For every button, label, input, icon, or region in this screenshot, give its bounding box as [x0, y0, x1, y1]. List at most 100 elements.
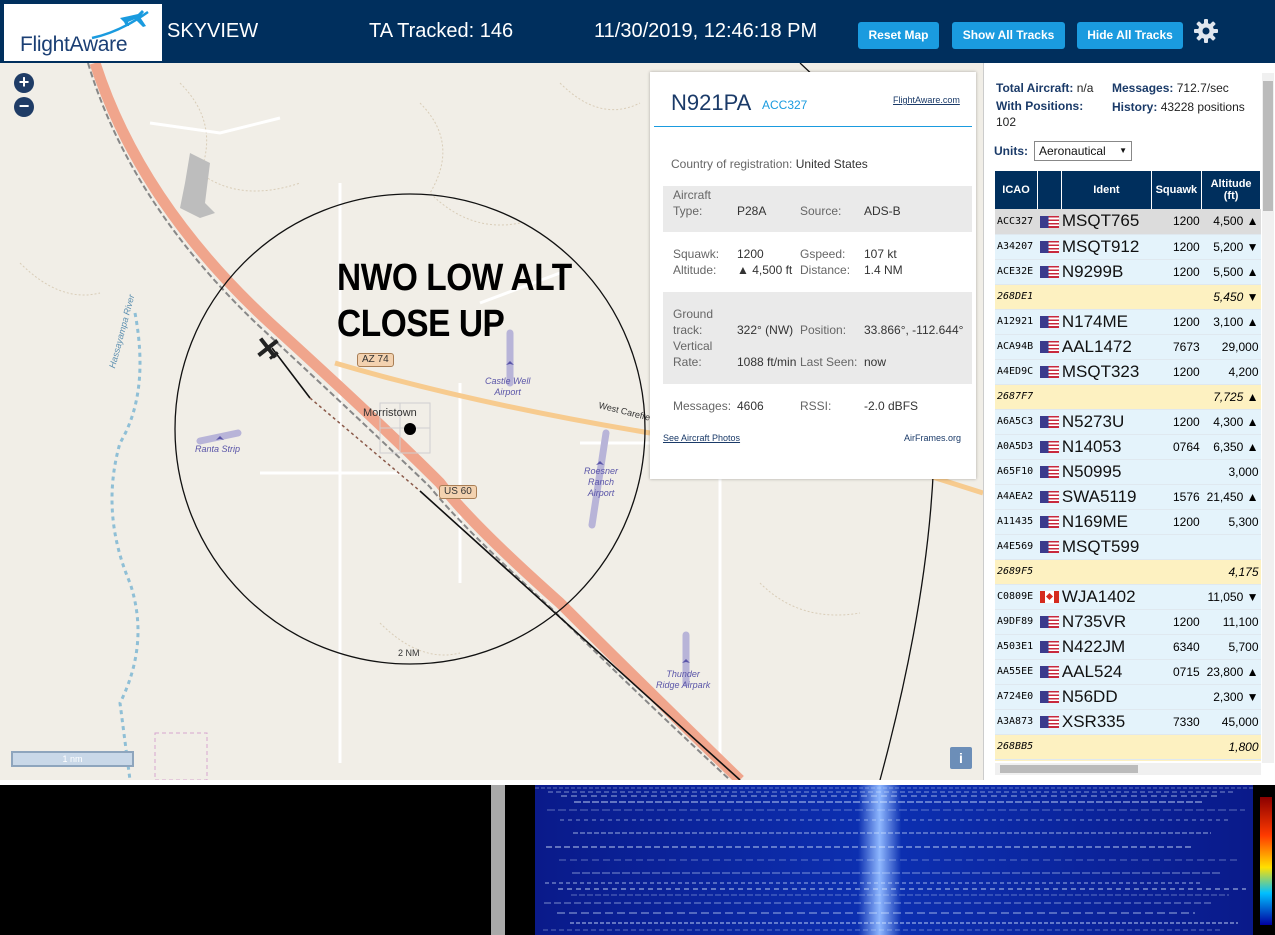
us-flag-icon	[1040, 516, 1060, 529]
table-row[interactable]: A0A5D3 N14053 0764 6,350 ▲	[995, 434, 1261, 460]
info-button[interactable]: i	[950, 747, 972, 769]
table-row[interactable]: A4AEA2 SWA5119 1576 21,450 ▲	[995, 484, 1261, 510]
cell-flag	[1037, 284, 1062, 310]
table-row[interactable]: A11435 N169ME 1200 5,300	[995, 509, 1261, 535]
cell-ident	[1061, 759, 1152, 761]
source-value: ADS-B	[864, 204, 901, 218]
col-ident[interactable]: Ident	[1061, 171, 1152, 209]
zoom-out-button[interactable]: −	[14, 97, 34, 117]
aircraft-sidebar: Total Aircraft: n/a With Positions: 102 …	[983, 63, 1275, 780]
table-row[interactable]: 2682EA 2,075 ▼	[995, 759, 1261, 761]
cell-squawk: 1200	[1151, 259, 1202, 285]
cell-altitude: 2,075 ▼	[1201, 759, 1261, 761]
aircraft-table: ICAO Ident Squawk Altitude (ft) ACC327 MS…	[995, 171, 1261, 761]
cell-icao: AA55EE	[995, 659, 1038, 685]
col-icao[interactable]: ICAO	[995, 171, 1039, 209]
show-all-tracks-button[interactable]: Show All Tracks	[952, 22, 1065, 49]
altitude-label: Altitude:	[673, 263, 717, 277]
gspeed-value: 107 kt	[864, 247, 897, 261]
airport-label-thunder-ridge: Thunder Ridge Airpark	[656, 669, 711, 690]
aircraft-photos-link[interactable]: See Aircraft Photos	[663, 433, 740, 443]
table-row[interactable]: 2689F5 4,175	[995, 559, 1261, 585]
table-row[interactable]: A9DF89 N735VR 1200 11,100	[995, 609, 1261, 635]
cell-altitude: 29,000	[1201, 334, 1261, 360]
cell-flag	[1037, 684, 1062, 710]
table-row[interactable]: ACE32E N9299B 1200 5,500 ▲	[995, 259, 1261, 285]
cell-squawk: 6340	[1151, 634, 1202, 660]
country-row: Country of registration: United States	[671, 157, 868, 171]
cell-flag	[1037, 484, 1062, 510]
airframes-link[interactable]: AirFrames.org	[904, 433, 961, 443]
table-row[interactable]: A4ED9C MSQT323 1200 4,200	[995, 359, 1261, 385]
aircraft-tracked-count: TA Tracked: 146	[369, 20, 514, 42]
table-row[interactable]: ACC327 MSQT765 1200 4,500 ▲	[995, 209, 1261, 235]
table-row[interactable]: A503E1 N422JM 6340 5,700	[995, 634, 1261, 660]
table-row[interactable]: 268DE1 5,450 ▼	[995, 284, 1261, 310]
us-flag-icon	[1040, 666, 1060, 679]
cell-ident: MSQT765	[1061, 209, 1152, 235]
cell-flag	[1037, 534, 1062, 560]
table-row[interactable]: A6A5C3 N5273U 1200 4,300 ▲	[995, 409, 1261, 435]
table-row[interactable]: A3A873 XSR335 7330 45,000	[995, 709, 1261, 735]
cell-ident: MSQT323	[1061, 359, 1152, 385]
cell-squawk: 7673	[1151, 334, 1202, 360]
zoom-in-button[interactable]: +	[14, 73, 34, 93]
cell-altitude: 4,200	[1201, 359, 1261, 385]
flightaware-link[interactable]: FlightAware.com	[893, 95, 960, 105]
table-row[interactable]: A65F10 N50995 3,000	[995, 459, 1261, 485]
table-row[interactable]: A34207 MSQT912 1200 5,200 ▼	[995, 234, 1261, 260]
cell-altitude: 11,050 ▼	[1201, 584, 1261, 610]
cell-squawk: 7330	[1151, 709, 1202, 735]
cell-icao: A11435	[995, 509, 1038, 535]
table-row[interactable]: A4E569 MSQT599	[995, 534, 1261, 560]
logo-text: FlightAware	[20, 33, 128, 56]
header-bar: FlightAware SKYVIEW TA Tracked: 146 11/3…	[0, 0, 1275, 63]
cell-icao: A34207	[995, 234, 1038, 260]
col-squawk[interactable]: Squawk	[1151, 171, 1203, 209]
horizontal-scrollbar[interactable]	[995, 763, 1261, 775]
cell-ident: N14053	[1061, 434, 1152, 460]
us-flag-icon	[1040, 416, 1060, 429]
cell-flag	[1037, 409, 1062, 435]
cell-icao: 2682EA	[995, 759, 1038, 761]
table-header-row: ICAO Ident Squawk Altitude (ft)	[995, 171, 1261, 209]
hide-all-tracks-button[interactable]: Hide All Tracks	[1077, 22, 1183, 49]
aircraft-table-container[interactable]: ICAO Ident Squawk Altitude (ft) ACC327 MS…	[995, 171, 1261, 761]
cell-ident: N5273U	[1061, 409, 1152, 435]
gear-icon[interactable]	[1193, 18, 1219, 44]
cell-flag	[1037, 584, 1062, 610]
position-value: 33.866°, -112.644°	[864, 323, 964, 337]
col-flag[interactable]	[1037, 171, 1063, 209]
table-row[interactable]: 2687F7 7,725 ▲	[995, 384, 1261, 410]
aircraft-type: P28A	[737, 204, 767, 218]
cell-icao: A12921	[995, 309, 1038, 335]
cell-flag	[1037, 659, 1062, 685]
messages-label: Messages:	[673, 399, 732, 413]
table-row[interactable]: C0809E WJA1402 11,050 ▼	[995, 584, 1261, 610]
col-altitude[interactable]: Altitude (ft)	[1201, 171, 1261, 209]
cell-icao: A6A5C3	[995, 409, 1038, 435]
table-row[interactable]: 268BB5 1,800	[995, 734, 1261, 760]
cell-ident: WJA1402	[1061, 584, 1152, 610]
units-select[interactable]: Aeronautical	[1034, 141, 1132, 161]
cell-icao: A724E0	[995, 684, 1038, 710]
table-row[interactable]: ACA94B AAL1472 7673 29,000	[995, 334, 1261, 360]
table-row[interactable]: AA55EE AAL524 0715 23,800 ▲	[995, 659, 1261, 685]
cell-squawk	[1151, 534, 1202, 560]
flightaware-logo[interactable]: FlightAware	[4, 4, 162, 61]
cell-flag	[1037, 359, 1062, 385]
popup-icao[interactable]: ACC327	[762, 98, 807, 112]
gspeed-label: Gspeed:	[800, 247, 846, 261]
table-row[interactable]: A724E0 N56DD 2,300 ▼	[995, 684, 1261, 710]
cell-icao: 268DE1	[995, 284, 1038, 310]
table-row[interactable]: A12921 N174ME 1200 3,100 ▲	[995, 309, 1261, 335]
cell-flag	[1037, 734, 1062, 760]
cell-squawk: 1200	[1151, 509, 1202, 535]
cell-flag	[1037, 209, 1062, 235]
us-flag-icon	[1040, 616, 1060, 629]
vertical-scrollbar[interactable]	[1262, 73, 1274, 763]
cell-icao: 2689F5	[995, 559, 1038, 585]
reset-map-button[interactable]: Reset Map	[858, 22, 939, 49]
cell-altitude: 4,300 ▲	[1201, 409, 1261, 435]
cell-icao: A503E1	[995, 634, 1038, 660]
